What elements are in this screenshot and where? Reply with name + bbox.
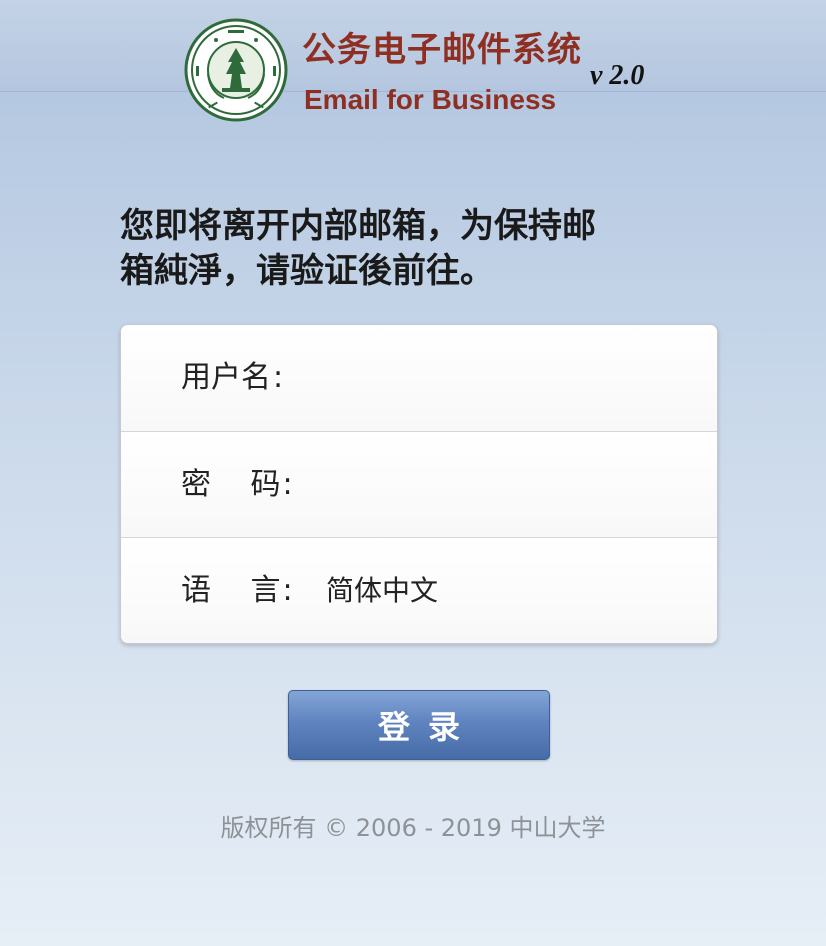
brand-title-chinese: 公务电子邮件系统 bbox=[302, 30, 582, 70]
username-label-text: 用户名 bbox=[181, 360, 271, 395]
version-label: v 2.0 bbox=[590, 60, 645, 91]
username-input[interactable] bbox=[311, 349, 701, 407]
notice-line-2: 箱純淨，请验证後前往。 bbox=[120, 251, 494, 291]
login-button[interactable]: 登录 bbox=[288, 690, 550, 760]
language-colon: : bbox=[282, 573, 293, 608]
password-label: 密 码: bbox=[181, 432, 293, 538]
university-logo bbox=[184, 18, 288, 122]
password-row: 密 码: bbox=[121, 431, 717, 538]
login-form: 用户名: 密 码: 语 言: 简体中文 bbox=[120, 324, 718, 644]
username-label: 用户名: bbox=[181, 325, 283, 431]
language-select[interactable]: 简体中文 bbox=[326, 538, 438, 643]
password-colon: : bbox=[282, 467, 293, 502]
header: 公务电子邮件系统 Email for Business v 2.0 bbox=[0, 0, 826, 130]
language-row: 语 言: 简体中文 bbox=[121, 537, 717, 643]
username-row: 用户名: bbox=[121, 325, 717, 431]
username-colon: : bbox=[273, 360, 284, 395]
brand-title-english: Email for Business bbox=[304, 84, 557, 115]
password-label-text: 密 码 bbox=[181, 467, 281, 502]
notice-line-1: 您即将离开内部邮箱，为保持邮 bbox=[120, 206, 596, 246]
password-input[interactable] bbox=[311, 456, 701, 514]
language-label: 语 言: bbox=[181, 538, 293, 643]
leave-notice: 您即将离开内部邮箱，为保持邮 箱純淨，请验证後前往。 bbox=[120, 204, 730, 294]
copyright-text: 版权所有 © 2006 - 2019 中山大学 bbox=[220, 814, 606, 842]
language-label-text: 语 言 bbox=[181, 573, 281, 608]
